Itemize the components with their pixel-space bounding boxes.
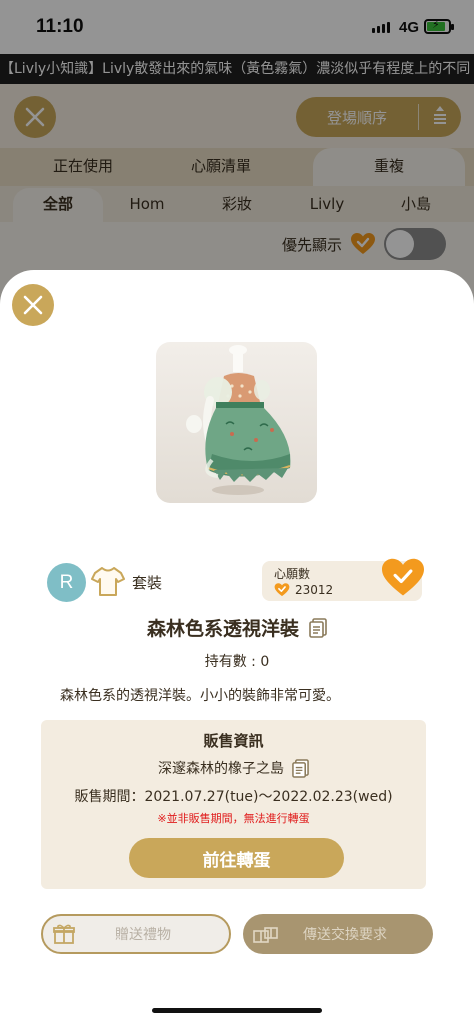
home-indicator[interactable] [152,1008,322,1013]
item-name-row: 森林色系透視洋裝 [0,614,474,641]
sale-warning: ※並非販售期間，無法進行轉蛋 [157,812,310,825]
item-image [156,342,317,503]
item-description: 森林色系的透視洋裝。小小的裝飾非常可愛。 [60,688,340,704]
outfit-category-icon [91,565,125,601]
item-name: 森林色系透視洋裝 [146,618,299,640]
sale-island-name: 深邃森林的橡子之島 [158,761,284,777]
close-button[interactable] [12,284,54,326]
sale-info-panel: 販售資訊 深邃森林的橡子之島 販售期間：2021.07.27(tue)～2022… [41,720,426,889]
sale-island-row: 深邃森林的橡子之島 [41,758,426,778]
rarity-badge: R [47,563,86,602]
wish-heart-button[interactable] [380,557,426,603]
copy-icon[interactable] [309,617,327,638]
trade-icon [243,924,283,944]
sale-info-title: 販售資訊 [203,732,264,750]
wish-title: 心願數 [274,567,311,581]
owned-count: 持有數 : 0 [204,654,270,670]
copy-icon[interactable] [292,758,309,778]
item-category: 套裝 [132,574,163,592]
mini-heart-icon [274,583,290,597]
gift-icon [43,924,83,944]
send-trade-request-button[interactable]: 傳送交換要求 [243,914,433,954]
item-detail-sheet: R 套裝 心願數 23012 森林色系透視洋裝 持有數 : 0 森林色系的透視洋… [0,270,474,1024]
wish-count-row: 23012 [274,582,333,598]
sale-period: 販售期間：2021.07.27(tue)～2022.02.23(wed) [74,789,393,805]
go-to-gacha-button[interactable]: 前往轉蛋 [129,838,344,878]
send-gift-button[interactable]: 贈送禮物 [41,914,231,954]
dress-illustration [186,345,291,495]
send-gift-label: 贈送禮物 [115,927,171,943]
send-trade-request-label: 傳送交換要求 [303,927,387,943]
heart-check-icon [382,558,424,596]
close-icon [23,295,43,315]
wish-count-value: 23012 [295,583,334,597]
